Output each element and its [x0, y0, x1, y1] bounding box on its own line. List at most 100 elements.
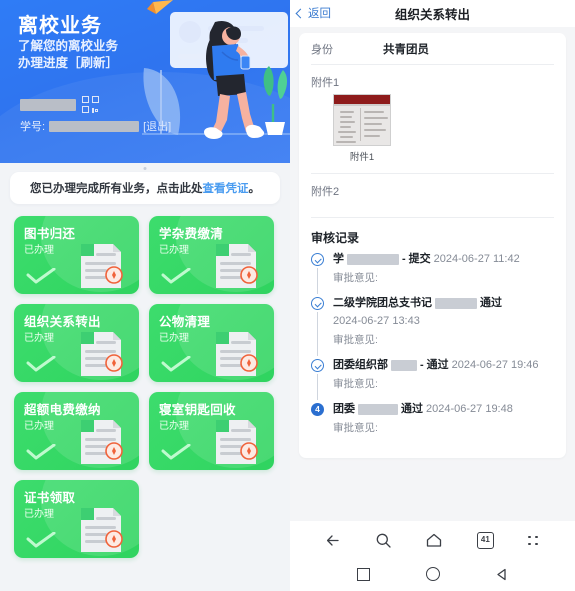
- check-icon: [161, 356, 191, 372]
- student-id-label: 学号:: [20, 121, 46, 133]
- qr-code-icon[interactable]: [82, 96, 99, 113]
- card-status: 已办理: [159, 421, 189, 432]
- check-circle-icon: [311, 297, 324, 310]
- attachment1-thumbnail-wrap[interactable]: 附件1: [333, 94, 391, 163]
- audit-actor-redacted: [358, 404, 398, 415]
- card-title: 证书领取: [24, 491, 76, 505]
- card-title: 图书归还: [24, 227, 76, 241]
- check-icon: [26, 444, 56, 460]
- audit-separator: -: [420, 359, 424, 371]
- user-row: [20, 96, 99, 113]
- attachment1-caption: 附件1: [349, 152, 375, 163]
- home-icon[interactable]: [425, 532, 443, 549]
- back-label: 返回: [308, 8, 331, 20]
- back-arrow-icon[interactable]: [325, 532, 342, 549]
- business-card[interactable]: 组织关系转出 已办理: [14, 304, 139, 382]
- banner-title: 离校业务: [18, 15, 102, 37]
- audit-timestamp: 2024-06-27 11:42: [433, 253, 520, 265]
- attachment1-label: 附件1: [311, 77, 340, 89]
- business-card[interactable]: 超额电费缴纳 已办理: [14, 392, 139, 470]
- view-certificate-link[interactable]: 查看凭证: [203, 180, 249, 196]
- business-card[interactable]: 学杂费缴清 已办理: [149, 216, 274, 294]
- card-title: 寝室钥匙回收: [159, 403, 236, 417]
- document-icon: [210, 326, 262, 378]
- audit-actor: 学: [333, 253, 344, 265]
- business-card[interactable]: 证书领取 已办理: [14, 480, 139, 558]
- audit-record-item: 团委组织部 - 通过 2024-06-27 19:46 审批意见:: [311, 358, 554, 402]
- audit-actor: 二级学院团总支书记: [333, 297, 432, 309]
- attachment1-block: 附件1 附件1: [311, 65, 554, 174]
- notice-text-after: 。: [248, 183, 261, 195]
- chevron-left-icon: [295, 8, 306, 18]
- document-icon: [210, 238, 262, 290]
- banner: 离校业务 了解您的离校业务 办理进度［刷新］ 学号: [退出]: [0, 0, 290, 163]
- check-icon: [161, 268, 191, 284]
- timeline-stem: [317, 312, 319, 356]
- business-card[interactable]: 公物清理 已办理: [149, 304, 274, 382]
- timeline-stem: [317, 374, 319, 400]
- banner-subtitle: 了解您的离校业务 办理进度［刷新］: [18, 38, 168, 72]
- audit-note: 审批意见:: [333, 334, 378, 346]
- audit-timestamp: 2024-06-27 13:43: [333, 315, 420, 327]
- business-cards-grid: 图书归还 已办理 学杂费缴清 已办理 组织关系转出 已办理 公物清理 已办理 超…: [0, 204, 290, 572]
- document-icon: [75, 326, 127, 378]
- tabs-icon[interactable]: 41: [476, 531, 494, 549]
- audit-actor-redacted: [347, 254, 399, 265]
- logout-button[interactable]: [退出]: [143, 118, 171, 134]
- audit-action: 通过: [401, 403, 423, 415]
- detail-sheet: 身份 共青团员 附件1 附件1 附件2 审核记录 学 - 提交 2024-06-…: [299, 33, 566, 458]
- audit-timestamp: 2024-06-27 19:48: [426, 403, 513, 415]
- audit-actor: 团委组织部: [333, 359, 388, 371]
- check-circle-icon: [311, 359, 324, 372]
- android-navigation-bar: 41: [290, 521, 575, 591]
- browser-toolbar: 41: [290, 521, 575, 559]
- audit-record-item: 4 团委 通过 2024-06-27 19:48 审批意见:: [311, 402, 554, 450]
- card-status: 已办理: [159, 245, 189, 256]
- check-circle-icon: [311, 253, 324, 266]
- banner-illustration: [142, 0, 290, 139]
- audit-note: 审批意见:: [333, 378, 378, 390]
- student-id-row: 学号: [退出]: [20, 118, 171, 134]
- attachment1-thumbnail-image[interactable]: [333, 94, 391, 146]
- check-icon: [26, 532, 56, 548]
- identity-value: 共青团员: [383, 43, 429, 56]
- user-name-redacted: [20, 98, 76, 111]
- card-status: 已办理: [24, 245, 54, 256]
- student-id-redacted: [49, 120, 140, 132]
- notice-wrapper: 您已办理完成所有业务，点击此处 查看凭证。: [0, 167, 290, 204]
- card-status: 已办理: [24, 333, 54, 344]
- recents-square-icon[interactable]: [356, 567, 370, 581]
- attachment2-block: 附件2: [311, 174, 554, 218]
- notice-banner[interactable]: 您已办理完成所有业务，点击此处 查看凭证。: [10, 172, 280, 204]
- attachment2-label: 附件2: [311, 186, 340, 198]
- audit-record-line: 二级学院团总支书记 通过 2024-06-27 13:43: [333, 296, 554, 329]
- check-icon: [26, 356, 56, 372]
- more-dots-icon[interactable]: [527, 534, 540, 547]
- audit-record-list: 学 - 提交 2024-06-27 11:42 审批意见: 二级学院团总支书记: [311, 252, 554, 458]
- right-panel-detail: 返回 组织关系转出 身份 共青团员 附件1 附件1 附件2 审核记录 学 - 提…: [290, 0, 575, 591]
- audit-actor-redacted: [435, 298, 477, 309]
- home-circle-icon[interactable]: [425, 567, 440, 581]
- page-title: 组织关系转出: [394, 8, 470, 22]
- document-icon: [210, 414, 262, 466]
- banner-subtitle-line2[interactable]: 办理进度［刷新］: [18, 56, 118, 70]
- back-button[interactable]: 返回: [295, 5, 331, 21]
- back-triangle-icon[interactable]: [496, 568, 509, 581]
- business-card[interactable]: 图书归还 已办理: [14, 216, 139, 294]
- audit-record-line: 团委 通过 2024-06-27 19:48: [333, 402, 554, 417]
- search-icon[interactable]: [375, 532, 392, 549]
- card-status: 已办理: [24, 509, 54, 520]
- audit-record-item: 学 - 提交 2024-06-27 11:42 审批意见:: [311, 252, 554, 296]
- audit-record-line: 团委组织部 - 通过 2024-06-27 19:46: [333, 358, 554, 373]
- identity-row: 身份 共青团员: [311, 33, 554, 65]
- audit-actor: 团委: [333, 403, 355, 415]
- notice-text-before: 您已办理完成所有业务，点击此处: [30, 183, 203, 195]
- left-panel-leaving-school: 离校业务 了解您的离校业务 办理进度［刷新］ 学号: [退出] 您已办理完成所有…: [0, 0, 290, 591]
- card-title: 超额电费缴纳: [24, 403, 101, 417]
- carousel-dot: [143, 167, 147, 170]
- audit-note: 审批意见:: [333, 272, 378, 284]
- card-status: 已办理: [159, 333, 189, 344]
- banner-subtitle-line1: 了解您的离校业务: [18, 39, 119, 53]
- business-card[interactable]: 寝室钥匙回收 已办理: [149, 392, 274, 470]
- audit-timestamp: 2024-06-27 19:46: [451, 359, 539, 371]
